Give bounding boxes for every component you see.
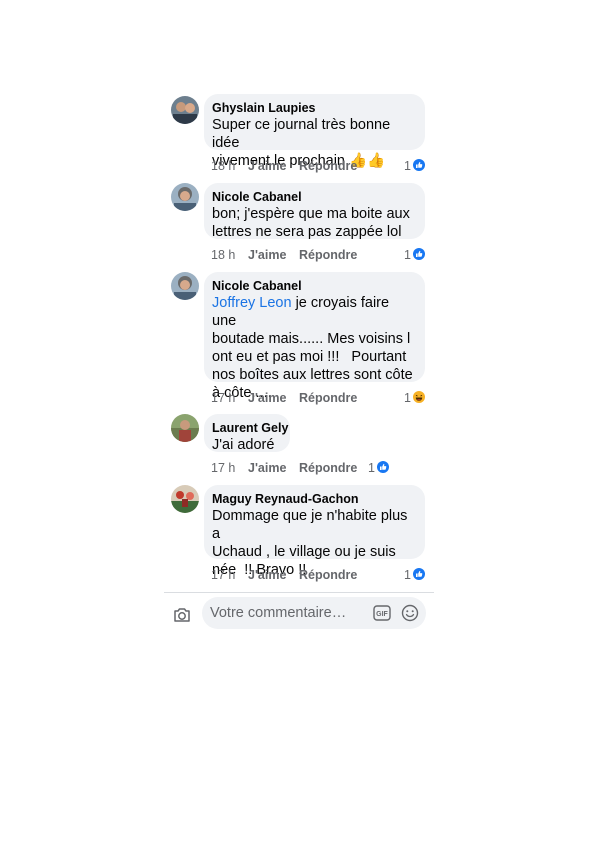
reaction-count-value: 1 [404, 391, 411, 405]
like-reaction-icon [413, 568, 425, 580]
comment-text-line: bon; j'espère que ma boite aux [212, 206, 410, 222]
reply-button[interactable]: Répondre [299, 459, 357, 477]
gif-icon-label: GIF [376, 611, 388, 618]
smiley-icon[interactable] [401, 604, 419, 622]
like-reaction-icon [413, 248, 425, 260]
like-button[interactable]: J'aime [248, 246, 286, 264]
like-button[interactable]: J'aime [248, 566, 286, 584]
comment-text-line: Uchaud , le village ou je suis [212, 544, 396, 560]
comment-time[interactable]: 17 h [211, 566, 235, 584]
avatar[interactable] [171, 272, 199, 300]
reaction-count[interactable]: 1 [404, 567, 428, 583]
reaction-count[interactable]: 1 [368, 460, 392, 476]
comment-composer: Votre commentaire… GIF [164, 592, 434, 629]
comment-bubble: Laurent Gely J'ai adoré [204, 414, 290, 453]
comment-bubble: Nicole Cabanel Joffrey Leon je croyais f… [204, 272, 425, 401]
comment-bubble: Maguy Reynaud-Gachon Dommage que je n'ha… [204, 485, 425, 578]
like-button[interactable]: J'aime [248, 157, 286, 175]
comment-text-line: ont eu et pas moi !!! Pourtant [212, 349, 407, 365]
reaction-count-value: 1 [404, 568, 411, 582]
reaction-count[interactable]: 1 [404, 247, 428, 263]
like-button[interactable]: J'aime [248, 389, 286, 407]
reply-button[interactable]: Répondre [299, 566, 357, 584]
reaction-count-value: 1 [404, 159, 411, 173]
comment-actions: 17 h J'aime Répondre 1 [211, 389, 427, 407]
comment-time[interactable]: 18 h [211, 157, 235, 175]
comment-time[interactable]: 18 h [211, 246, 235, 264]
comment-input-placeholder: Votre commentaire… [210, 605, 347, 621]
comment-bubble: Nicole Cabanel bon; j'espère que ma boit… [204, 183, 425, 240]
comment-author[interactable]: Nicole Cabanel [212, 189, 417, 205]
gif-icon[interactable]: GIF [373, 605, 391, 621]
comment-time[interactable]: 17 h [211, 459, 235, 477]
camera-icon[interactable] [172, 605, 192, 625]
avatar[interactable] [171, 183, 199, 211]
comment-text-line: J'ai adoré [212, 437, 275, 453]
comment-time[interactable]: 17 h [211, 389, 235, 407]
comment-actions: 17 h J'aime Répondre 1 [211, 459, 401, 477]
reaction-count[interactable]: 1 [404, 158, 428, 174]
comment-actions: 18 h J'aime Répondre 1 [211, 157, 427, 175]
like-reaction-icon [413, 159, 425, 171]
avatar[interactable] [171, 485, 199, 513]
reply-button[interactable]: Répondre [299, 246, 357, 264]
reply-button[interactable]: Répondre [299, 389, 357, 407]
comment-actions: 18 h J'aime Répondre 1 [211, 246, 427, 264]
comment-author[interactable]: Maguy Reynaud-Gachon [212, 491, 417, 507]
comment-bubble: Ghyslain Laupies Super ce journal très b… [204, 94, 425, 169]
avatar[interactable] [171, 414, 199, 442]
comment-text-line: boutade mais...... Mes voisins l [212, 331, 411, 347]
comment-text-line: Joffrey Leon je croyais faire une [212, 294, 417, 330]
comment-input[interactable]: Votre commentaire… GIF [202, 597, 426, 629]
comment-author[interactable]: Nicole Cabanel [212, 278, 417, 294]
comment-text-line: Super ce journal très bonne idée [212, 117, 391, 151]
comment-text-line: Dommage que je n'habite plus a [212, 508, 408, 542]
like-reaction-icon [377, 461, 389, 473]
reply-button[interactable]: Répondre [299, 157, 357, 175]
comment-text-line: nos boîtes aux lettres sont côte [212, 367, 413, 383]
reaction-count[interactable]: 1 [404, 390, 428, 406]
comment-author[interactable]: Laurent Gely [212, 420, 288, 436]
avatar[interactable] [171, 96, 199, 124]
mention-link[interactable]: Joffrey Leon [212, 295, 292, 311]
reaction-count-value: 1 [404, 248, 411, 262]
like-button[interactable]: J'aime [248, 459, 286, 477]
haha-reaction-icon [413, 391, 425, 403]
comment-actions: 17 h J'aime Répondre 1 [211, 566, 427, 584]
reaction-count-value: 1 [368, 461, 375, 475]
comment-author[interactable]: Ghyslain Laupies [212, 100, 417, 116]
comment-text-line: lettres ne sera pas zappée lol [212, 224, 402, 240]
